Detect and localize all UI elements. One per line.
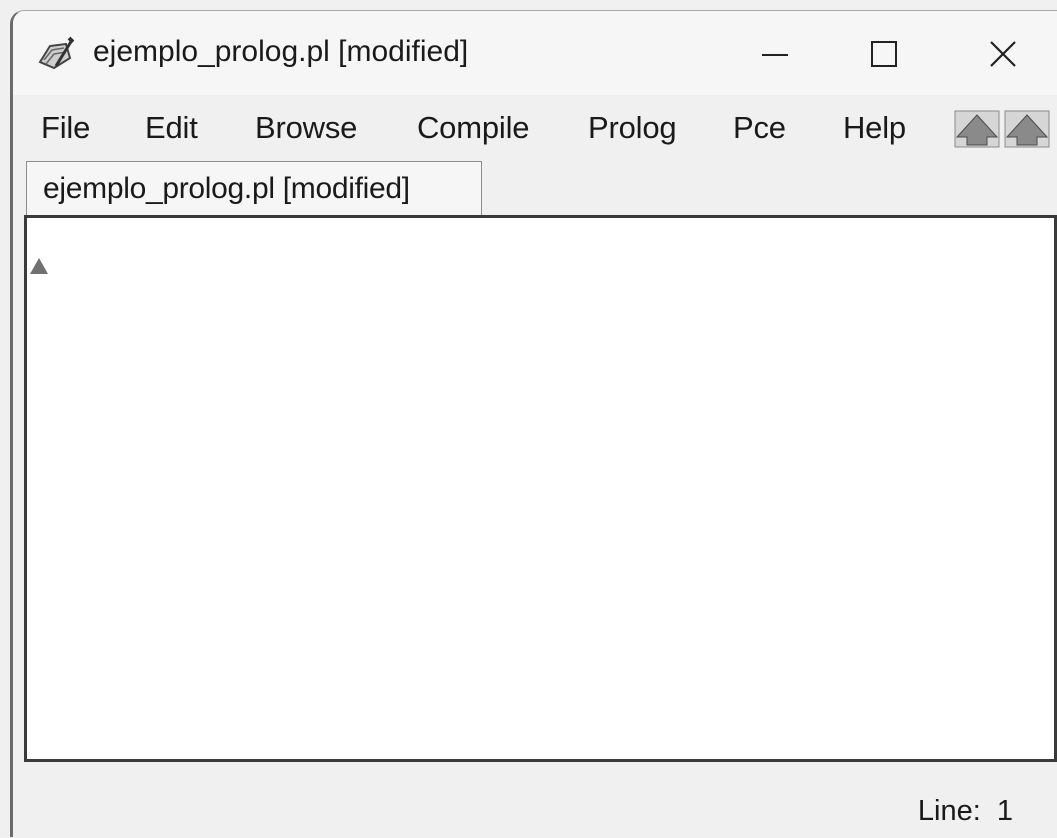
menu-compile[interactable]: Compile (417, 110, 530, 146)
maximize-icon (871, 41, 897, 67)
tab-ejemplo-prolog[interactable]: ejemplo_prolog.pl [modified] (26, 161, 482, 217)
window-title: ejemplo_prolog.pl [modified] (93, 35, 469, 68)
editor-window: ejemplo_prolog.pl [modified] File Edit B… (10, 10, 1057, 838)
menu-bar: File Edit Browse Compile Prolog Pce Help (13, 95, 1057, 167)
line-label: Line: (917, 795, 981, 827)
line-indicator: Line: 1 (918, 795, 1013, 828)
menu-prolog[interactable]: Prolog (588, 110, 677, 146)
caret-marker-icon (30, 258, 48, 274)
nav-arrows (953, 107, 1053, 151)
minimize-button[interactable] (735, 21, 815, 87)
line-value: 1 (996, 795, 1013, 827)
arrow-down-icon[interactable] (1004, 110, 1050, 148)
tab-label: ejemplo_prolog.pl [modified] (43, 172, 410, 205)
pencil-paper-icon (38, 36, 74, 70)
arrow-up-icon[interactable] (954, 110, 1000, 148)
close-button[interactable] (963, 21, 1043, 87)
close-icon (990, 41, 1016, 67)
menu-edit[interactable]: Edit (145, 110, 198, 146)
status-bar: Line: 1 (13, 765, 1057, 838)
code-editor[interactable] (24, 215, 1057, 762)
menu-file[interactable]: File (41, 110, 90, 146)
title-bar[interactable]: ejemplo_prolog.pl [modified] (13, 11, 1057, 95)
minimize-icon (762, 54, 788, 56)
menu-help[interactable]: Help (843, 110, 906, 146)
menu-browse[interactable]: Browse (255, 110, 357, 146)
maximize-button[interactable] (844, 21, 924, 87)
menu-pce[interactable]: Pce (733, 110, 786, 146)
